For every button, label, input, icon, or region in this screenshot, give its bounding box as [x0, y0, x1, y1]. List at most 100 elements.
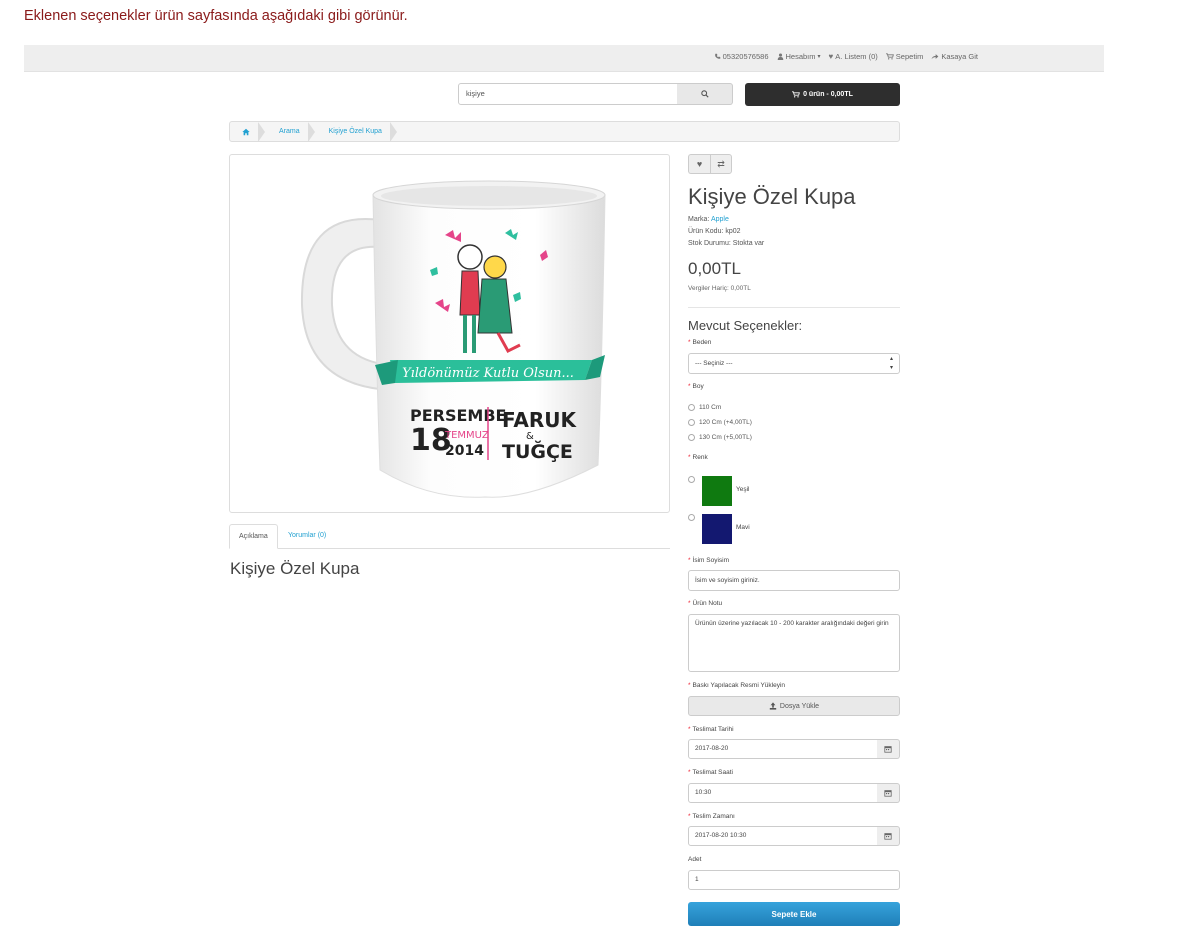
color-name: Mavi: [736, 524, 750, 531]
description-title: Kişiye Özel Kupa: [230, 559, 360, 578]
name-label: * İsim Soyisim: [688, 557, 730, 564]
header-cart-button[interactable]: 0 ürün - 0,00TL: [745, 83, 900, 106]
size-label: * Beden: [688, 339, 712, 346]
size-select[interactable]: --- Seçiniz --- ▴ ▾: [688, 353, 900, 374]
calendar-icon: [884, 790, 892, 797]
date-input[interactable]: 2017-08-20: [688, 739, 878, 759]
time-picker-button[interactable]: [877, 783, 900, 803]
breadcrumb-item-search[interactable]: Arama: [265, 122, 308, 141]
wishlist-button[interactable]: ♥: [688, 154, 710, 174]
compare-button[interactable]: ⇄: [710, 154, 732, 174]
phone-text: 05320576586: [722, 52, 769, 61]
tab-description[interactable]: Açıklama: [229, 524, 278, 549]
cart-text: Sepetim: [895, 52, 924, 61]
tab-reviews[interactable]: Yorumlar (0): [279, 524, 335, 547]
search-icon: [700, 90, 709, 98]
mug-month: TEMMUZ: [444, 430, 489, 441]
header-cart-text: 0 ürün - 0,00TL: [803, 91, 853, 98]
cart-icon: [885, 53, 894, 60]
calendar-icon: [884, 746, 892, 753]
radio-button[interactable]: [688, 404, 695, 411]
search-button[interactable]: [677, 83, 733, 105]
intro-text: Eklenen seçenekler ürün sayfasında aşağı…: [24, 8, 408, 24]
heart-icon: ♥: [696, 159, 703, 169]
price-ex-tax: Vergiler Hariç: 0,00TL: [688, 285, 751, 292]
search-input[interactable]: kişiye: [458, 83, 678, 105]
name-input[interactable]: İsim ve soyisim giriniz.: [688, 570, 900, 591]
product-price: 0,00TL: [688, 259, 741, 278]
caret-down-icon: ▾: [817, 54, 821, 60]
qty-input[interactable]: 1: [688, 870, 900, 890]
datetime-label: * Teslim Zamanı: [688, 813, 735, 820]
calendar-icon: [884, 833, 892, 840]
height-option[interactable]: 130 Cm (+5,00TL): [688, 434, 752, 441]
heart-icon: ♥: [828, 52, 834, 61]
radio-button[interactable]: [688, 434, 695, 441]
qty-label: Adet: [688, 856, 702, 863]
checkout-text: Kasaya Git: [941, 52, 978, 61]
radio-button[interactable]: [688, 476, 695, 483]
add-to-cart-button[interactable]: Sepete Ekle: [688, 902, 900, 926]
time-label: * Teslimat Saati: [688, 769, 733, 776]
checkout-link[interactable]: Kasaya Git: [931, 52, 978, 61]
wishlist-link[interactable]: ♥ A. Listem (0): [829, 52, 878, 61]
user-icon: [777, 53, 783, 60]
date-picker-button[interactable]: [877, 739, 900, 759]
height-option[interactable]: 120 Cm (+4,00TL): [688, 419, 752, 426]
cart-icon: [792, 91, 801, 98]
breadcrumb-separator: [307, 121, 315, 142]
share-icon: [931, 54, 939, 60]
radio-button[interactable]: [688, 419, 695, 426]
datetime-input[interactable]: 2017-08-20 10:30: [688, 826, 878, 846]
stock-status: Stok Durumu: Stokta var: [688, 240, 765, 247]
product-actions: ♥ ⇄: [688, 154, 732, 174]
color-swatch-green[interactable]: [702, 476, 732, 506]
exchange-icon: ⇄: [717, 158, 725, 169]
breadcrumb-separator: [258, 121, 265, 142]
product-meta: Marka: Apple Ürün Kodu: kp02 Stok Durumu…: [688, 214, 764, 250]
upload-button[interactable]: Dosya Yükle: [688, 696, 900, 716]
color-label: * Renk: [688, 454, 708, 461]
mug-banner-text: Yıldönümüz Kutlu Olsun...: [402, 366, 574, 381]
date-label: * Teslimat Tarihi: [688, 726, 734, 733]
mug-image: Yıldönümüz Kutlu Olsun... PERSEMBE 18 TE…: [300, 180, 606, 498]
product-image[interactable]: Yıldönümüz Kutlu Olsun... PERSEMBE 18 TE…: [229, 154, 670, 513]
account-text: Hesabım: [785, 52, 816, 61]
brand-label: Marka:: [688, 216, 710, 223]
divider: [688, 307, 900, 308]
options-heading: Mevcut Seçenekler:: [688, 318, 803, 333]
height-option[interactable]: 110 Cm: [688, 404, 721, 411]
upload-icon: [769, 702, 777, 710]
home-icon: [242, 128, 250, 135]
upload-button-text: Dosya Yükle: [779, 702, 820, 710]
account-link[interactable]: Hesabım ▾: [777, 52, 821, 61]
mug-name2: TUĞÇE: [502, 439, 573, 463]
wishlist-text: A. Listem (0): [835, 52, 878, 61]
height-label: * Boy: [688, 383, 704, 390]
phone-link[interactable]: 05320576586: [714, 52, 769, 61]
phone-icon: [714, 53, 720, 59]
top-links: 05320576586 Hesabım ▾ ♥ A. Listem (0) Se…: [714, 52, 978, 61]
time-input[interactable]: 10:30: [688, 783, 878, 803]
product-code: Ürün Kodu: kp02: [688, 228, 741, 235]
brand-link[interactable]: Apple: [711, 216, 729, 223]
cart-link[interactable]: Sepetim: [885, 52, 924, 61]
mug-year: 2014: [445, 443, 484, 459]
mug-name1: FARUK: [502, 408, 577, 432]
note-textarea[interactable]: Ürünün üzerine yazılacak 10 - 200 karakt…: [688, 614, 900, 672]
radio-button[interactable]: [688, 514, 695, 521]
breadcrumb-home[interactable]: [230, 122, 258, 141]
color-name: Yeşil: [736, 486, 750, 493]
brand-row: Marka: Apple: [688, 214, 764, 226]
size-select-value: --- Seçiniz ---: [695, 360, 733, 367]
datetime-picker-button[interactable]: [877, 826, 900, 846]
breadcrumb: Arama Kişiye Özel Kupa: [229, 121, 900, 142]
color-swatch-blue[interactable]: [702, 514, 732, 544]
select-arrows-icon: ▴ ▾: [889, 356, 893, 371]
breadcrumb-item-product[interactable]: Kişiye Özel Kupa: [315, 122, 390, 141]
note-label: * Ürün Notu: [688, 600, 723, 607]
upload-label: * Baskı Yapılacak Resmi Yükleyin: [688, 682, 786, 689]
product-tabs: Açıklama Yorumlar (0): [229, 524, 670, 549]
breadcrumb-separator: [389, 121, 397, 142]
product-title: Kişiye Özel Kupa: [688, 184, 856, 209]
